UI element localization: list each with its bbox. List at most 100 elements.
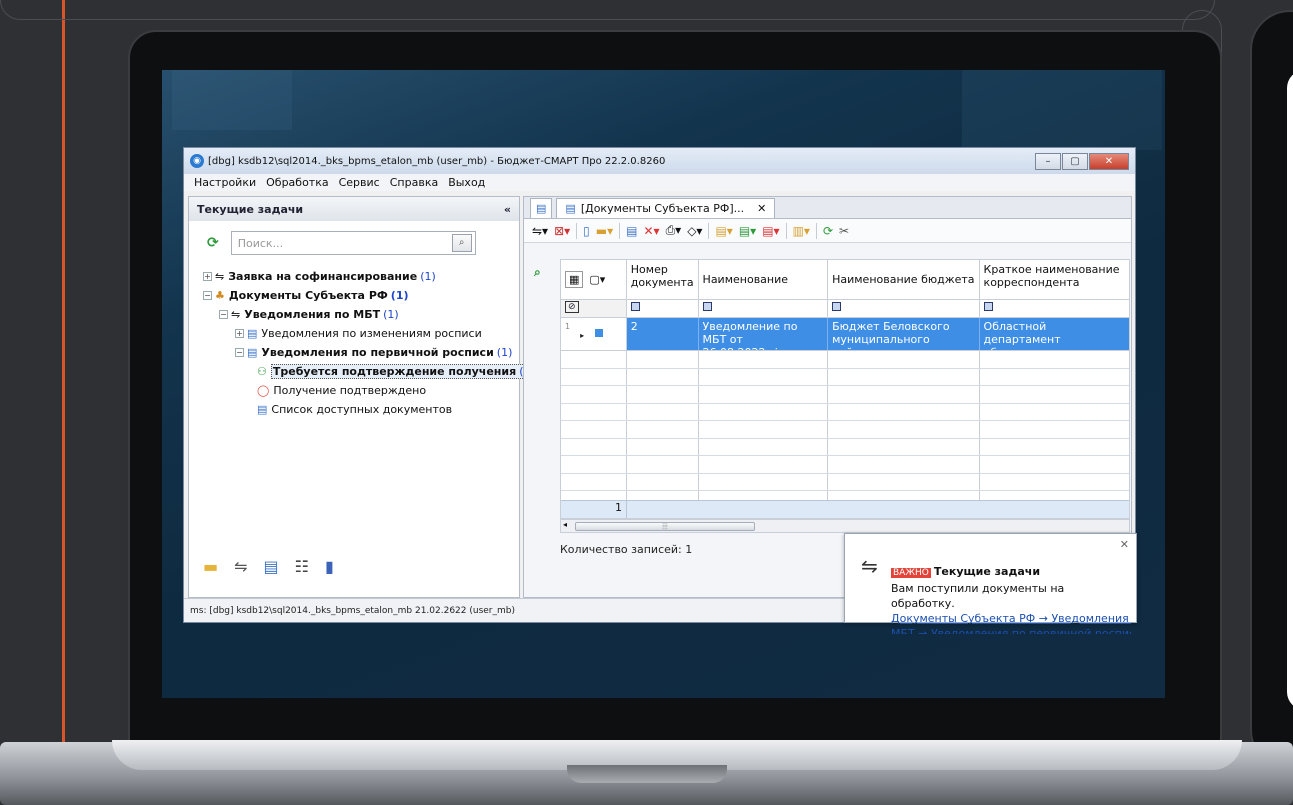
column-header-budget[interactable]: Наименование бюджета bbox=[828, 260, 980, 299]
menu-bar: Настройки Обработка Сервис Справка Выход bbox=[184, 174, 1135, 191]
notification-link[interactable]: Документы Субъекта РФ → Уведомления по bbox=[891, 611, 1131, 626]
folder-icon[interactable]: ▬ bbox=[203, 557, 218, 576]
delete-workflow-icon[interactable]: ⊠▾ bbox=[554, 224, 570, 238]
tree-item-label: Документы Субъекта РФ bbox=[228, 289, 388, 302]
column-header-correspondent[interactable]: Краткое наименование корреспондента bbox=[980, 260, 1129, 299]
menu-exit[interactable]: Выход bbox=[448, 176, 485, 189]
select-all-checkbox[interactable]: ▢▾ bbox=[589, 273, 605, 286]
tasks-icon[interactable]: ⇋ bbox=[234, 557, 247, 576]
delete-icon[interactable]: ✕▾ bbox=[643, 224, 659, 238]
search-icon[interactable]: ⌕ bbox=[451, 234, 472, 252]
cell-doc-number: 2 bbox=[627, 318, 699, 350]
cell-correspondent: Областной департамент образования и наук… bbox=[983, 320, 1106, 350]
menu-service[interactable]: Сервис bbox=[339, 176, 380, 189]
filter-cell[interactable] bbox=[828, 300, 980, 317]
pane-title-label: Текущие задачи bbox=[197, 202, 304, 216]
scroll-thumb[interactable]: ⦙⦙⦙ bbox=[575, 522, 755, 531]
collapse-icon[interactable]: − bbox=[203, 291, 212, 300]
report-icon[interactable]: ▤▾ bbox=[762, 224, 779, 238]
workflow-icon: ⇋ bbox=[231, 308, 241, 321]
maximize-button[interactable]: ▢ bbox=[1062, 153, 1088, 170]
close-window-button[interactable]: ✕ bbox=[1089, 153, 1129, 170]
grid-header: ▦ ▢▾ Номер документа Наименование Наимен… bbox=[561, 260, 1129, 300]
row-checkbox[interactable] bbox=[594, 328, 605, 338]
close-tab-icon[interactable]: ✕ bbox=[757, 202, 766, 215]
document-icon: ▤ bbox=[565, 202, 576, 215]
refresh-icon[interactable]: ⟳ bbox=[207, 235, 219, 251]
column-header-number[interactable]: Номер документа bbox=[627, 260, 699, 299]
scroll-left-icon[interactable]: ◂ bbox=[563, 520, 567, 529]
tree-item-label: Получение подтверждено bbox=[273, 384, 427, 397]
workflow-menu-icon[interactable]: ⇋▾ bbox=[532, 224, 548, 238]
menu-settings[interactable]: Настройки bbox=[194, 176, 256, 189]
grid-footer: 1 bbox=[561, 500, 1129, 518]
tree-item-label: Уведомления по первичной росписи bbox=[261, 346, 494, 359]
title-bar: ◉ [dbg] ksdb12\sql2014._bks_bpms_etalon_… bbox=[184, 148, 1135, 174]
column-chooser-icon[interactable]: ▦ bbox=[565, 271, 584, 288]
new-document-icon[interactable]: ▯ bbox=[583, 224, 590, 238]
tree-icon[interactable]: ☷ bbox=[295, 557, 309, 576]
row-indicator[interactable]: 1 ▸ bbox=[561, 318, 627, 350]
notification-popup[interactable]: ✕ ⇋ ВАЖНО Текущие задачи Вам поступили до… bbox=[844, 533, 1137, 634]
filter-row: ⊘ bbox=[561, 300, 1129, 318]
search-input[interactable]: Поиск... ⌕ bbox=[230, 231, 476, 255]
tree-item-count: (1) bbox=[420, 270, 436, 283]
tree-item-label: Список доступных документов bbox=[271, 403, 453, 416]
collapse-icon[interactable]: − bbox=[219, 310, 228, 319]
tree-item-subject-docs[interactable]: − ♣ Документы Субъекта РФ (1) bbox=[203, 286, 519, 305]
current-row-icon: ▸ bbox=[580, 331, 585, 340]
records-count: Количество записей: 1 bbox=[560, 543, 693, 556]
refresh-icon[interactable]: ⟳ bbox=[823, 224, 833, 238]
menu-processing[interactable]: Обработка bbox=[266, 176, 328, 189]
tree-item-confirmed[interactable]: ◯ Получение подтверждено bbox=[203, 381, 519, 400]
attach-icon[interactable]: ▤▾ bbox=[739, 224, 756, 238]
column-header-name[interactable]: Наименование bbox=[699, 260, 829, 299]
collapse-pane-button[interactable]: « bbox=[504, 203, 511, 216]
task-tree: + ⇋ Заявка на софинансирование (1) − ♣ Д… bbox=[189, 255, 537, 419]
workflow-icon: ⇋ bbox=[861, 554, 878, 578]
tree-item-changes[interactable]: + ▤ Уведомления по изменениям росписи bbox=[203, 324, 519, 343]
filter-cell[interactable] bbox=[980, 300, 1129, 317]
table-row[interactable]: 1 ▸ 2 Уведомление по МБТ от 26.08.2022.z… bbox=[561, 318, 1129, 351]
collapse-icon[interactable]: − bbox=[235, 348, 244, 357]
filter-clear-icon[interactable]: ⊘ bbox=[561, 300, 627, 317]
phone-screen bbox=[1287, 70, 1293, 710]
open-folder-icon[interactable]: ▬▾ bbox=[596, 224, 613, 238]
clear-icon[interactable]: ◇▾ bbox=[687, 224, 702, 238]
footer-count: 1 bbox=[561, 501, 627, 518]
search-grid-icon[interactable]: ⌕ bbox=[534, 265, 541, 280]
minimize-button[interactable]: – bbox=[1035, 153, 1061, 170]
print-icon[interactable]: ⎙▾ bbox=[666, 223, 682, 238]
close-notification-icon[interactable]: ✕ bbox=[1120, 538, 1129, 551]
row-number: 1 bbox=[565, 322, 571, 331]
database-icon[interactable]: ▮ bbox=[325, 557, 334, 576]
tree-item-mbt[interactable]: − ⇋ Уведомления по МБТ (1) bbox=[203, 305, 519, 324]
navigator-icons: ▬ ⇋ ▤ ☷ ▮ bbox=[203, 557, 334, 576]
tree-item-cofinancing[interactable]: + ⇋ Заявка на софинансирование (1) bbox=[203, 267, 519, 286]
grid-icon: ▤ bbox=[536, 202, 547, 215]
tree-item-available-docs[interactable]: ▤ Список доступных документов bbox=[203, 400, 519, 419]
tree-item-label: Уведомления по МБТ bbox=[244, 308, 381, 321]
export-icon[interactable]: ▤▾ bbox=[715, 224, 732, 238]
filter-cell[interactable] bbox=[699, 300, 829, 317]
horizontal-scrollbar[interactable]: ◂ ⦙⦙⦙ bbox=[560, 519, 1130, 533]
list-icon[interactable]: ▤ bbox=[264, 557, 279, 576]
tasks-pane: Текущие задачи « ⟳ Поиск... ⌕ + ⇋ Заявка… bbox=[188, 196, 537, 598]
tab-subject-documents[interactable]: ▤ [Документы Субъекта РФ]... ✕ bbox=[556, 198, 776, 218]
edit-document-icon[interactable]: ▤ bbox=[626, 224, 637, 238]
user-confirm-icon: ⚇ bbox=[257, 365, 267, 378]
document-icon: ▤ bbox=[247, 346, 258, 359]
tree-item-primary[interactable]: − ▤ Уведомления по первичной росписи (1) bbox=[203, 343, 519, 362]
tools-icon[interactable]: ✂ bbox=[839, 224, 849, 238]
tree-item-label: Уведомления по изменениям росписи bbox=[261, 327, 482, 340]
menu-help[interactable]: Справка bbox=[390, 176, 438, 189]
background-frame bbox=[0, 0, 1215, 20]
expand-icon[interactable]: + bbox=[235, 329, 244, 338]
notification-link-continued[interactable]: МБТ → Уведомления по первичной росписи bbox=[891, 626, 1131, 634]
tree-item-confirm-required[interactable]: ⚇ Требуется подтверждение получения(1) bbox=[203, 362, 537, 381]
tab-home[interactable]: ▤ bbox=[530, 198, 553, 218]
expand-icon[interactable]: + bbox=[203, 272, 212, 281]
tree-item-count: (1) bbox=[383, 308, 399, 321]
filter-icon[interactable]: ▥▾ bbox=[793, 224, 810, 238]
filter-cell[interactable] bbox=[627, 300, 699, 317]
